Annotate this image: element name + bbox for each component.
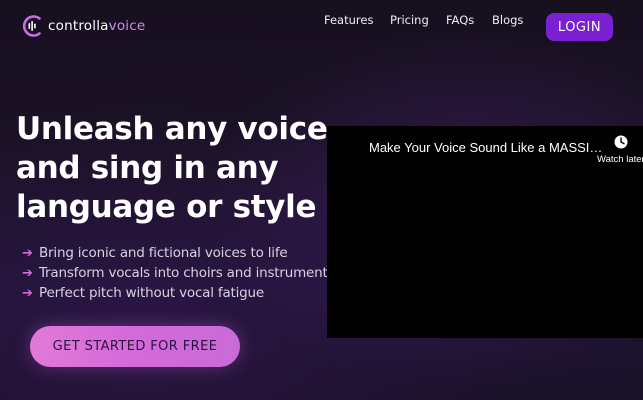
feature-item-label: Perfect pitch without vocal fatigue [39,285,264,301]
nav-link-faqs[interactable]: FAQs [446,13,474,27]
logo[interactable]: controllavoice [20,12,145,40]
video-title[interactable]: Make Your Voice Sound Like a MASSI… [369,140,602,155]
video-player[interactable]: Make Your Voice Sound Like a MASSI… Watc… [327,126,643,338]
site-header: controllavoice Features Pricing FAQs Blo… [0,0,643,54]
arrow-right-icon: ➔ [22,245,33,261]
nav-link-features[interactable]: Features [324,13,373,27]
hero-title-line: Unleash any voice [16,111,328,147]
watch-later-button[interactable]: Watch later [593,134,643,170]
logo-text: controllavoice [48,18,145,34]
feature-item: ➔ Perfect pitch without vocal fatigue [22,283,334,303]
clock-icon [614,135,628,149]
hero-title: Unleash any voice and sing in any langua… [16,110,328,227]
arrow-right-icon: ➔ [22,265,33,281]
feature-item-label: Bring iconic and fictional voices to lif… [39,245,288,261]
hero-title-line: language or style [16,189,317,225]
get-started-button[interactable]: GET STARTED FOR FREE [30,326,240,367]
nav-link-blogs[interactable]: Blogs [492,13,523,27]
login-button[interactable]: LOGIN [546,13,613,41]
feature-item: ➔ Transform vocals into choirs and instr… [22,263,335,283]
nav-link-pricing[interactable]: Pricing [390,13,429,27]
feature-item-label: Transform vocals into choirs and instrum… [39,265,335,281]
logo-mark-icon [22,15,41,37]
logo-text-main: controlla [48,18,109,34]
feature-list: ➔ Bring iconic and fictional voices to l… [22,243,335,303]
logo-text-accent: voice [108,18,146,34]
hero-title-line: and sing in any [16,150,279,186]
watch-later-label: Watch later [597,154,643,165]
arrow-right-icon: ➔ [22,285,33,301]
feature-item: ➔ Bring iconic and fictional voices to l… [22,243,334,263]
